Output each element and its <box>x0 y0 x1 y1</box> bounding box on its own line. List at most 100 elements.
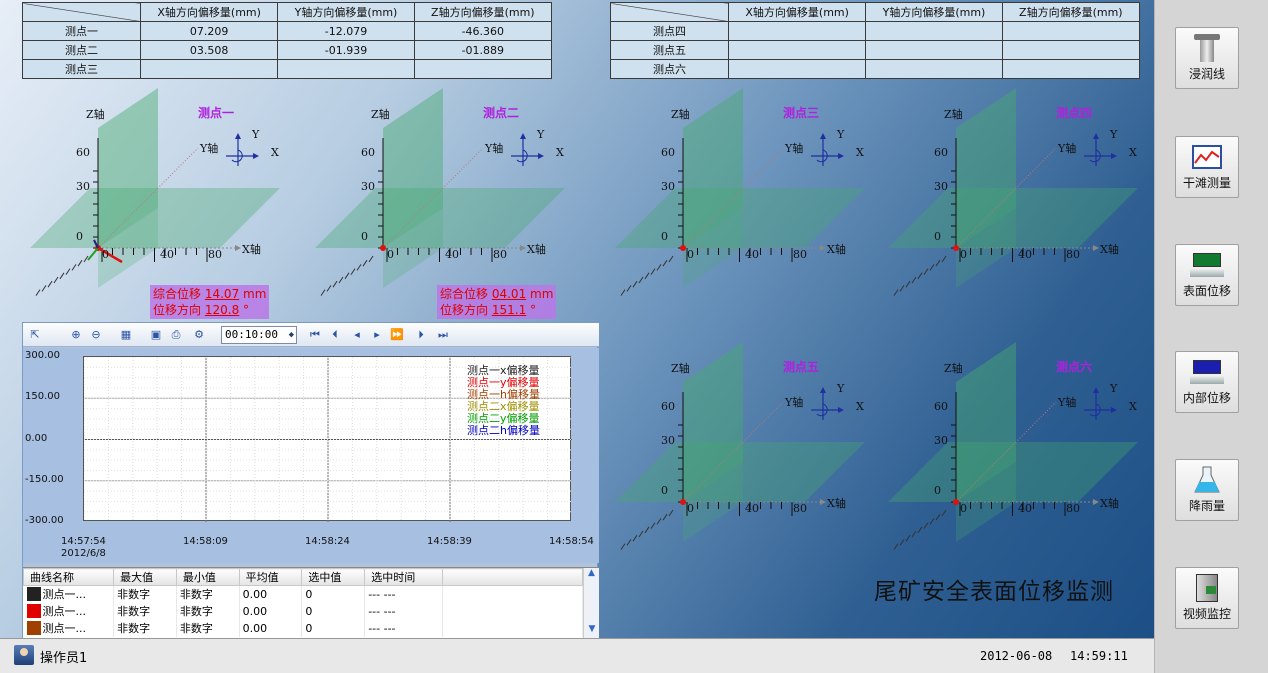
mini-x-label: X <box>1129 400 1137 413</box>
x-tick-label: 40 <box>445 248 459 261</box>
z-axis-label: Z轴 <box>86 108 105 121</box>
z-axis-label: Z轴 <box>371 108 390 121</box>
stats-col-header[interactable]: 最大值 <box>113 568 177 586</box>
nav-phreatic-line-button[interactable]: 浸润线 <box>1175 27 1239 89</box>
zoom-in-icon[interactable]: ⊕ <box>68 327 84 343</box>
first-icon[interactable]: ⏮ <box>307 327 323 343</box>
x-axis-label: X轴 <box>827 243 846 256</box>
cursor-tool-icon[interactable]: ⇱ <box>27 327 43 343</box>
stats-col-header[interactable]: 最小值 <box>175 568 240 586</box>
x-tick-label: 80 <box>793 502 807 515</box>
z-tick-label: 30 <box>661 434 675 447</box>
monitor-green-icon <box>1190 251 1224 279</box>
nav-label: 表面位移 <box>1182 284 1231 298</box>
disp-label: 综合位移 <box>153 287 202 301</box>
mini-x-label: X <box>271 146 279 159</box>
chart-plot-area[interactable]: 测点一x偏移量 测点一y偏移量 测点一h偏移量 测点二x偏移量 测点二y偏移量 测点二h偏… <box>83 356 572 522</box>
z-tick-label: 30 <box>934 434 948 447</box>
stats-cell: 0 <box>301 602 366 620</box>
dir-value: 151.1 <box>491 303 527 317</box>
x-tick-label: 14:58:09 <box>183 536 228 547</box>
chart-icon <box>1190 143 1224 171</box>
stats-col-header[interactable]: 平均值 <box>238 568 303 586</box>
y-tick-label: 300.00 <box>25 350 60 361</box>
nav-video-monitor-button[interactable]: 视频监控 <box>1175 567 1239 629</box>
plot-title: 测点三 <box>783 106 820 120</box>
x-tick-label: 0 <box>960 502 967 515</box>
scroll-up-icon[interactable]: ▲ <box>584 568 599 584</box>
row-name: 测点五 <box>610 40 729 60</box>
plot-3d-svg <box>888 342 1138 550</box>
cell <box>865 21 1003 41</box>
z-tick-label: 0 <box>934 230 941 243</box>
x-tick-label: 0 <box>687 502 694 515</box>
z-axis-label: Z轴 <box>944 108 963 121</box>
nav-surface-displacement-button[interactable]: 表面位移 <box>1175 244 1239 306</box>
y-axis-label: Y轴 <box>1058 142 1077 155</box>
stats-cell: --- --- <box>364 602 443 620</box>
step-back-icon[interactable]: ⏴ <box>327 327 343 343</box>
z-tick-label: 0 <box>661 230 668 243</box>
plot-point-5: 测点五 Z轴 Y轴 X轴 60 30 0 0 40 80 Y X <box>615 342 885 552</box>
stats-cell: 非数字 <box>176 602 240 620</box>
plot-title: 测点五 <box>783 360 820 374</box>
table-row: 测点五 <box>610 40 1141 60</box>
nav-beach-measure-button[interactable]: 干滩测量 <box>1175 136 1239 198</box>
cell <box>277 59 415 79</box>
plot-title: 测点一 <box>198 106 235 120</box>
table-row: 测点二 03.508 -01.939 -01.889 <box>22 40 553 60</box>
disp-unit: mm <box>530 287 554 301</box>
plot-title: 测点六 <box>1056 360 1093 374</box>
x-tick-label: 14:58:24 <box>305 536 350 547</box>
export-icon[interactable]: ▣ <box>148 327 164 343</box>
x-tick-label: 40 <box>1018 502 1032 515</box>
cell: -46.360 <box>413 21 553 41</box>
zoom-out-icon[interactable]: ⊖ <box>88 327 104 343</box>
next-icon[interactable]: ▸ <box>369 327 385 343</box>
row-name: 测点四 <box>610 21 729 41</box>
stats-col-header[interactable]: 选中值 <box>301 568 366 586</box>
y-tick-label: -150.00 <box>25 473 64 485</box>
cell: 07.209 <box>139 21 279 41</box>
stats-row[interactable]: 测点一... 非数字 非数字 0.00 0 --- --- <box>23 602 583 620</box>
stats-cell: --- --- <box>364 585 443 603</box>
cell <box>413 59 553 79</box>
plot-point-3: 测点三 Z轴 Y轴 X轴 60 30 0 0 40 80 Y X <box>615 88 885 298</box>
plot-point-4: 测点四 Z轴 Y轴 X轴 60 30 0 0 40 80 Y X <box>888 88 1154 298</box>
scroll-down-icon[interactable]: ▼ <box>584 624 600 638</box>
z-tick-label: 0 <box>934 484 941 497</box>
nav-rainfall-button[interactable]: 降雨量 <box>1175 459 1239 521</box>
fast-forward-icon[interactable]: ⏩ <box>389 327 405 343</box>
nav-label: 降雨量 <box>1188 499 1225 513</box>
dir-label: 位移方向 <box>153 303 202 317</box>
cell <box>865 40 1003 60</box>
settings-icon[interactable]: ⚙ <box>191 327 207 343</box>
camera-icon <box>1190 574 1224 602</box>
z-tick-label: 30 <box>361 180 375 193</box>
stats-cell: 非数字 <box>113 602 177 620</box>
stats-col-header[interactable]: 选中时间 <box>364 568 443 586</box>
time-span-input[interactable]: 00:10:00 ◆ <box>221 326 297 344</box>
stats-scrollbar[interactable]: ▲ ▼ <box>583 568 599 638</box>
y-axis-label: Y轴 <box>200 142 219 155</box>
cell <box>727 21 867 41</box>
dir-label: 位移方向 <box>440 303 489 317</box>
grid-icon[interactable]: ▦ <box>118 327 134 343</box>
table-row: 测点一 07.209 -12.079 -46.360 <box>22 21 553 41</box>
y-axis-label: Y轴 <box>785 142 804 155</box>
step-forward-icon[interactable]: ⏵ <box>413 327 429 343</box>
cell <box>727 40 867 60</box>
plot-title: 测点二 <box>483 106 520 120</box>
mini-y-label: Y <box>837 382 845 395</box>
stats-row[interactable]: 测点一... 非数字 非数字 0.00 0 --- --- <box>23 619 583 637</box>
nav-internal-displacement-button[interactable]: 内部位移 <box>1175 351 1239 413</box>
stats-col-header[interactable]: 曲线名称 <box>22 568 115 586</box>
row-name: 测点二 <box>22 40 141 60</box>
row-name: 测点三 <box>22 59 141 79</box>
stats-row[interactable]: 测点一... 非数字 非数字 0.00 0 --- --- <box>23 585 583 603</box>
print-icon[interactable]: ⎙ <box>168 327 184 343</box>
prev-icon[interactable]: ◂ <box>349 327 365 343</box>
x-tick-label: 0 <box>102 248 109 261</box>
last-icon[interactable]: ⏭ <box>435 327 451 343</box>
series-swatch <box>26 621 41 635</box>
